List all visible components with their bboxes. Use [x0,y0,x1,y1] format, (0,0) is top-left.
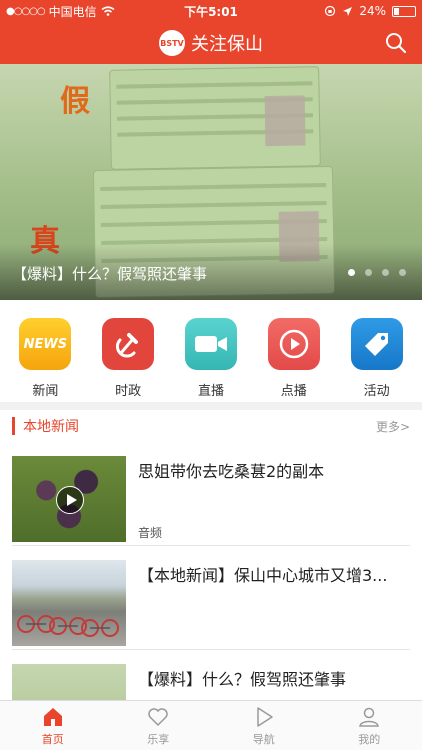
tag-icon[interactable] [351,318,403,370]
carrier-label: 中国电信 [49,3,97,20]
nav-bar: BSTV 关注保山 [0,22,422,64]
battery-icon [392,6,416,17]
tab-home[interactable]: 首页 [0,701,106,750]
pager-dot[interactable] [399,269,406,276]
bstv-logo: BSTV [159,30,185,56]
battery-percent: 24% [359,4,386,18]
news-thumbnail [12,456,126,542]
news-thumbnail [12,560,126,646]
quick-link-politics[interactable]: 时政 [96,318,160,399]
banner-carousel[interactable]: 假 真 【爆料】什么？假驾照还肇事 [0,64,422,300]
quick-link-label: 新闻 [32,380,58,399]
section-divider [0,402,422,410]
tab-label: 首页 [42,731,64,747]
more-link[interactable]: 更多> [376,418,410,435]
tab-me[interactable]: 我的 [317,701,422,750]
wifi-icon [101,6,115,16]
news-headline[interactable]: 【爆料】什么？假驾照还肇事 [138,666,410,690]
list-item[interactable]: 思姐带你去吃桑葚2的副本 音频 [12,442,410,546]
pager-dot[interactable] [382,269,389,276]
quick-link-events[interactable]: 活动 [345,318,409,399]
news-icon[interactable]: NEWS [19,318,71,370]
fake-label: 假 [60,76,90,120]
news-tag: 音频 [138,524,162,541]
signal-icon: ●○○○○ [6,6,45,17]
news-headline[interactable]: 【本地新闻】保山中心城市又增3... [138,562,410,586]
tab-label: 导航 [253,731,275,747]
quick-link-label: 活动 [364,380,390,399]
heart-icon [146,705,170,729]
tab-enjoy[interactable]: 乐享 [106,701,212,750]
pager-dot[interactable] [348,269,355,276]
quick-link-label: 直播 [198,380,224,399]
hammer-sickle-icon[interactable] [102,318,154,370]
quick-link-label: 时政 [115,380,141,399]
tab-label: 乐享 [147,731,169,747]
tab-label: 我的 [358,731,380,747]
quick-links: NEWS 新闻 时政 直播 点播 [0,318,422,399]
play-icon[interactable] [56,486,84,514]
search-icon[interactable] [384,31,408,55]
person-icon [357,705,381,729]
video-camera-icon[interactable] [185,318,237,370]
list-item[interactable]: 【本地新闻】保山中心城市又增3... [12,546,410,650]
tab-navigate[interactable]: 导航 [211,701,317,750]
tab-bar: 首页 乐享 导航 我的 [0,700,422,750]
news-headline[interactable]: 思姐带你去吃桑葚2的副本 [138,458,410,482]
section-accent-bar [12,417,15,435]
carousel-pager [348,269,406,276]
quick-link-vod[interactable]: 点播 [262,318,326,399]
pager-dot[interactable] [365,269,372,276]
license-card-fake [109,66,321,170]
status-bar: ●○○○○ 中国电信 下午5:01 24% [0,0,422,22]
section-title: 本地新闻 [23,416,79,436]
play-triangle-icon [252,705,276,729]
banner-caption[interactable]: 【爆料】什么？假驾照还肇事 [12,263,207,284]
page-title: 关注保山 [191,30,263,56]
location-arrow-icon [342,6,353,17]
home-icon [41,705,65,729]
bicycle-row-icon [12,560,126,646]
section-header: 本地新闻 更多> [0,410,422,442]
quick-link-live[interactable]: 直播 [179,318,243,399]
orientation-lock-icon [324,5,336,17]
quick-link-news[interactable]: NEWS 新闻 [13,318,77,399]
quick-link-label: 点播 [281,380,307,399]
play-circle-icon[interactable] [268,318,320,370]
